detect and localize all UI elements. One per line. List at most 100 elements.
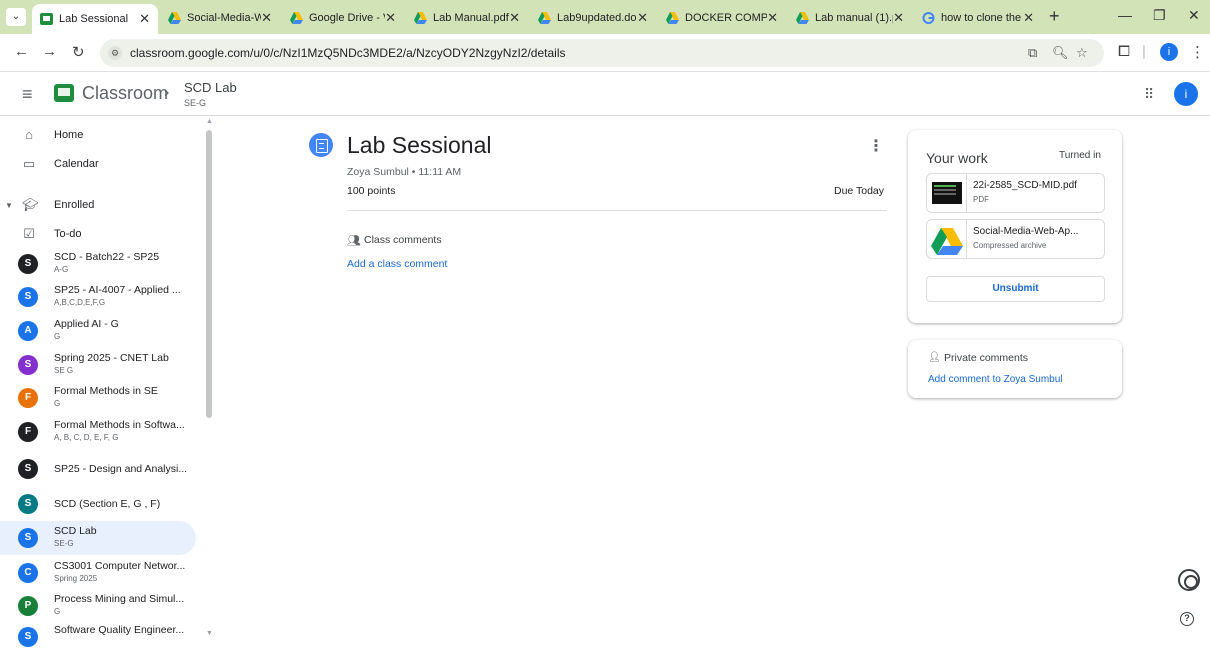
course-section: A,B,C,D,E,F,G bbox=[54, 298, 106, 307]
reload-icon[interactable]: ↻ bbox=[72, 43, 85, 61]
tab-title: Lab Sessional bbox=[59, 13, 129, 25]
new-tab-icon[interactable]: + bbox=[1049, 6, 1060, 27]
drive-icon bbox=[666, 12, 679, 24]
course-item-selected[interactable]: S SCD Lab SE-G bbox=[0, 521, 196, 555]
course-name: Formal Methods in SE bbox=[54, 385, 158, 397]
close-tab-icon[interactable]: ✕ bbox=[261, 10, 272, 26]
course-section: SE G bbox=[54, 366, 74, 375]
course-item[interactable]: P Process Mining and Simul... G bbox=[0, 589, 196, 623]
people-icon: 👥︎ bbox=[347, 235, 361, 247]
add-class-comment-link[interactable]: Add a class comment bbox=[347, 258, 447, 270]
forward-icon[interactable]: → bbox=[42, 43, 57, 60]
restore-icon[interactable]: ❐ bbox=[1153, 7, 1166, 24]
tab-title: Lab Manual.pdf bbox=[433, 12, 509, 24]
zoom-icon[interactable]: 🔍︎ bbox=[1052, 45, 1069, 61]
attachment-type: PDF bbox=[973, 195, 989, 204]
browser-menu-icon[interactable]: ⋮ bbox=[1190, 43, 1205, 61]
sidebar-item-home[interactable]: ⌂ Home bbox=[0, 120, 196, 150]
url-text[interactable]: classroom.google.com/u/0/c/NzI1MzQ5NDc3M… bbox=[130, 46, 565, 60]
add-private-comment-link[interactable]: Add comment to Zoya Sumbul bbox=[928, 374, 1063, 385]
expand-caret-icon[interactable]: ▼ bbox=[5, 201, 13, 210]
course-name: SCD Lab bbox=[54, 525, 97, 537]
course-item[interactable]: F Formal Methods in Softwa... A, B, C, D… bbox=[0, 415, 196, 449]
graduation-cap-icon: 🎓︎ bbox=[22, 197, 39, 212]
course-item[interactable]: S SP25 - Design and Analysi... bbox=[0, 452, 196, 486]
course-avatar: S bbox=[18, 528, 38, 548]
assistant-icon[interactable] bbox=[1178, 569, 1200, 591]
account-avatar[interactable]: i bbox=[1174, 82, 1198, 106]
main-menu-icon[interactable]: ≡ bbox=[22, 84, 33, 105]
person-icon: 👤︎ bbox=[928, 352, 941, 363]
minimize-icon[interactable]: — bbox=[1118, 7, 1132, 23]
install-app-icon[interactable]: ⧉ bbox=[1028, 45, 1037, 61]
course-item[interactable]: A Applied AI - G G bbox=[0, 314, 196, 348]
attachment-type: Compressed archive bbox=[973, 241, 1047, 250]
course-item[interactable]: S Spring 2025 - CNET Lab SE G bbox=[0, 348, 196, 382]
browser-tab-7[interactable]: how to clone the ✕ bbox=[914, 6, 1042, 30]
submission-status: Turned in bbox=[1059, 150, 1101, 161]
sidebar-item-enrolled[interactable]: ▼ 🎓︎ Enrolled bbox=[0, 190, 196, 220]
browser-tab-3[interactable]: Lab Manual.pdf ✕ bbox=[406, 6, 528, 30]
course-item[interactable]: S Software Quality Engineer... bbox=[0, 620, 196, 654]
close-tab-icon[interactable]: ✕ bbox=[1023, 10, 1034, 26]
attachment-pdf[interactable]: 22i-2585_SCD-MID.pdf PDF bbox=[926, 173, 1105, 213]
sidebar-item-label: To-do bbox=[54, 228, 82, 240]
breadcrumb-class-name[interactable]: SCD Lab bbox=[184, 80, 237, 95]
browser-tab-5[interactable]: DOCKER COMP ✕ bbox=[658, 6, 786, 30]
private-comments-label: Private comments bbox=[944, 352, 1029, 364]
course-section: G bbox=[54, 332, 61, 341]
close-tab-icon[interactable]: ✕ bbox=[139, 11, 150, 27]
close-tab-icon[interactable]: ✕ bbox=[767, 10, 778, 26]
google-apps-icon[interactable]: ⠿ bbox=[1144, 86, 1154, 103]
drive-icon bbox=[796, 12, 809, 24]
close-tab-icon[interactable]: ✕ bbox=[637, 10, 648, 26]
tab-title: Lab9updated.do bbox=[557, 12, 637, 24]
extensions-icon[interactable]: ⧠ bbox=[1118, 43, 1130, 60]
course-name: CS3001 Computer Networ... bbox=[54, 560, 186, 572]
back-icon[interactable]: ← bbox=[14, 43, 29, 60]
classroom-header: ≡ Classroom › SCD Lab SE-G ⠿ i bbox=[0, 72, 1210, 116]
course-section: Spring 2025 bbox=[54, 574, 98, 583]
course-avatar: C bbox=[18, 563, 38, 583]
attachment-archive[interactable]: Social-Media-Web-Ap... Compressed archiv… bbox=[926, 219, 1105, 259]
scroll-up-arrow-icon[interactable]: ▲ bbox=[206, 118, 213, 125]
browser-tab-0[interactable]: Lab Sessional ✕ bbox=[32, 4, 158, 34]
sidebar-scrollbar-thumb[interactable] bbox=[206, 130, 212, 418]
close-tab-icon[interactable]: ✕ bbox=[509, 10, 520, 26]
tab-search-chevron-icon[interactable]: ⌄ bbox=[6, 8, 26, 26]
brand-name[interactable]: Classroom bbox=[82, 83, 168, 104]
course-item[interactable]: F Formal Methods in SE G bbox=[0, 381, 196, 415]
sidebar-item-calendar[interactable]: ▭ Calendar bbox=[0, 149, 196, 179]
course-item[interactable]: S SCD - Batch22 - SP25 A-G bbox=[0, 247, 196, 281]
help-icon[interactable]: ? bbox=[1180, 612, 1194, 626]
tab-title: Lab manual (1).p bbox=[815, 12, 893, 24]
assignment-title: Lab Sessional bbox=[347, 132, 492, 158]
tab-title: Google Drive - V bbox=[309, 12, 385, 24]
window-close-icon[interactable]: ✕ bbox=[1188, 7, 1200, 24]
bookmark-star-icon[interactable]: ☆ bbox=[1076, 45, 1088, 61]
course-item[interactable]: S SP25 - AI-4007 - Applied ... A,B,C,D,E… bbox=[0, 280, 196, 314]
site-info-icon[interactable]: ⚙ bbox=[108, 46, 122, 60]
course-avatar: P bbox=[18, 596, 38, 616]
tab-title: DOCKER COMP bbox=[685, 12, 767, 24]
browser-tab-6[interactable]: Lab manual (1).p ✕ bbox=[788, 6, 912, 30]
close-tab-icon[interactable]: ✕ bbox=[893, 10, 904, 26]
close-tab-icon[interactable]: ✕ bbox=[385, 10, 396, 26]
course-item[interactable]: C CS3001 Computer Networ... Spring 2025 bbox=[0, 556, 196, 590]
address-bar[interactable]: ⚙ classroom.google.com/u/0/c/NzI1MzQ5NDc… bbox=[100, 39, 1104, 67]
drive-icon bbox=[931, 228, 963, 255]
unsubmit-button[interactable]: Unsubmit bbox=[926, 276, 1105, 302]
course-item[interactable]: S SCD (Section E, G , F) bbox=[0, 487, 196, 521]
course-avatar: F bbox=[18, 422, 38, 442]
scroll-down-arrow-icon[interactable]: ▼ bbox=[206, 630, 213, 637]
browser-tab-1[interactable]: Social-Media-W ✕ bbox=[160, 6, 280, 30]
your-work-card: Your work Turned in 22i-2585_SCD-MID.pdf… bbox=[908, 130, 1122, 323]
course-name: SP25 - Design and Analysi... bbox=[54, 463, 188, 475]
profile-avatar[interactable]: i bbox=[1160, 43, 1178, 61]
sidebar-item-todo[interactable]: ☑ To-do bbox=[0, 219, 196, 249]
more-options-icon[interactable]: ⋮ bbox=[868, 136, 884, 156]
browser-tab-2[interactable]: Google Drive - V ✕ bbox=[282, 6, 404, 30]
browser-tab-4[interactable]: Lab9updated.do ✕ bbox=[530, 6, 656, 30]
drive-icon bbox=[168, 12, 181, 24]
classroom-logo-icon[interactable] bbox=[54, 84, 74, 102]
